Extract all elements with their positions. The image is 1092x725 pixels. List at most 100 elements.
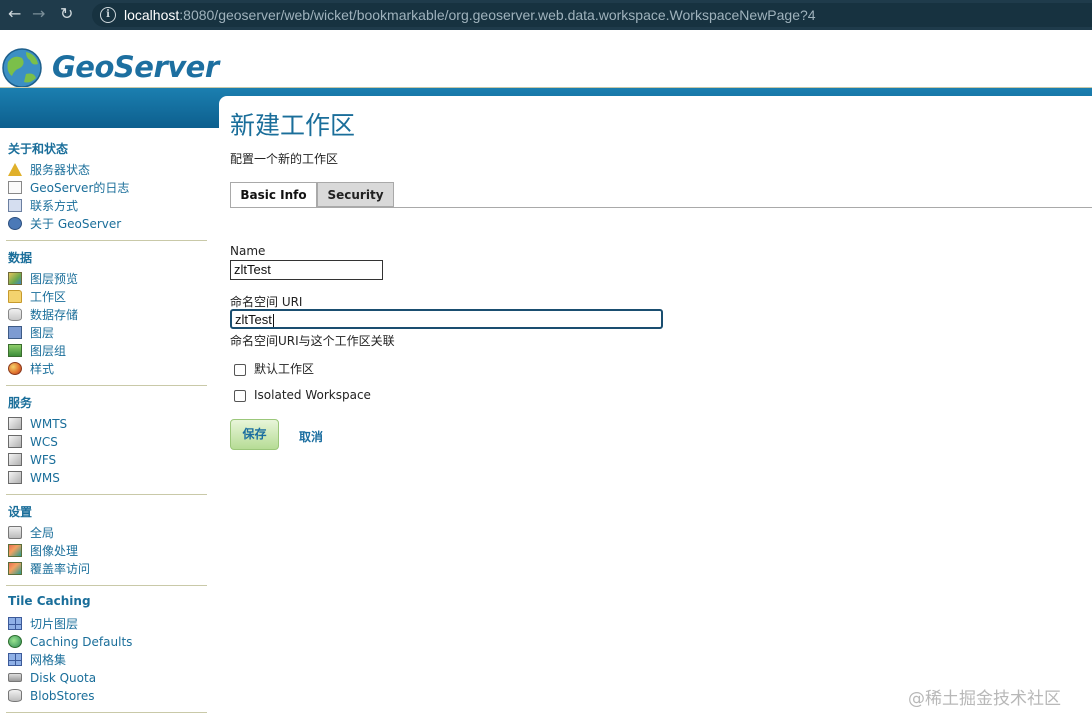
sidebar-item-caching-defaults[interactable]: Caching Defaults	[8, 634, 132, 650]
isolated-workspace-checkbox[interactable]	[234, 389, 246, 402]
sidebar-item-image-processing[interactable]: 图像处理	[8, 543, 78, 559]
sidebar-item-label: 关于 GeoServer	[30, 217, 122, 231]
caching-defaults-icon	[8, 635, 22, 648]
sidebar-divider	[6, 385, 207, 386]
sidebar-item-blobstores[interactable]: BlobStores	[8, 688, 95, 704]
default-workspace-checkbox[interactable]	[234, 363, 246, 376]
sidebar-section-data: 数据	[8, 251, 33, 265]
default-workspace-label[interactable]: 默认工作区	[254, 362, 314, 376]
url-path: :8080/geoserver/web/wicket/bookmarkable/…	[179, 7, 816, 23]
name-input-value: zltTest	[234, 262, 271, 277]
global-icon	[8, 526, 22, 539]
sidebar-item-disk-quota[interactable]: Disk Quota	[8, 670, 96, 686]
uri-label: 命名空间 URI	[230, 295, 303, 309]
sidebar-item-contact[interactable]: 联系方式	[8, 198, 78, 214]
sidebar-item-label: GeoServer的日志	[30, 181, 130, 195]
default-workspace-row[interactable]: 默认工作区	[234, 360, 314, 377]
cancel-link[interactable]: 取消	[299, 428, 323, 445]
sidebar-section-tile-caching: Tile Caching	[8, 594, 91, 608]
sidebar-item-coverage-access[interactable]: 覆盖率访问	[8, 561, 90, 577]
sidebar-item-label: BlobStores	[30, 689, 95, 703]
log-icon	[8, 181, 22, 194]
layer-preview-icon	[8, 272, 22, 285]
reload-icon[interactable]: ↻	[60, 4, 73, 23]
sidebar-item-layer-preview[interactable]: 图层预览	[8, 271, 78, 287]
sidebar-item-label: Disk Quota	[30, 671, 97, 685]
isolated-workspace-row[interactable]: Isolated Workspace	[234, 388, 371, 402]
sidebar-item-label: 服务器状态	[30, 163, 91, 177]
namespace-uri-input[interactable]: zltTest	[230, 309, 663, 329]
sidebar-item-label: WMTS	[30, 417, 68, 431]
sidebar-item-global[interactable]: 全局	[8, 525, 54, 541]
info-icon[interactable]: i	[100, 7, 116, 23]
sidebar-item-label: 图层	[30, 326, 55, 340]
sidebar-item-label: 图层组	[30, 344, 67, 358]
sidebar-item-label: Caching Defaults	[30, 635, 133, 649]
coverage-access-icon	[8, 562, 22, 575]
folder-icon	[8, 290, 22, 303]
sidebar-item-label: 图像处理	[30, 544, 79, 558]
database-icon	[8, 308, 22, 321]
sidebar-item-workspaces[interactable]: 工作区	[8, 289, 66, 305]
name-input[interactable]: zltTest	[230, 260, 383, 280]
sidebar-section-services: 服务	[8, 396, 33, 410]
back-arrow-icon[interactable]: ←	[8, 4, 21, 23]
sidebar-divider	[6, 494, 207, 495]
geoserver-logo-icon[interactable]	[0, 44, 46, 90]
sidebar-section-about: 关于和状态	[8, 142, 69, 156]
tile-layers-icon	[8, 617, 22, 630]
text-caret	[272, 314, 274, 328]
style-icon	[8, 362, 22, 375]
logo-text[interactable]: GeoServer	[52, 50, 219, 84]
sidebar-item-layers[interactable]: 图层	[8, 325, 54, 341]
uri-hint: 命名空间URI与这个工作区关联	[230, 334, 395, 348]
sidebar-item-server-status[interactable]: 服务器状态	[8, 162, 90, 178]
sidebar-item-label: 样式	[30, 362, 55, 376]
sidebar-item-stores[interactable]: 数据存储	[8, 307, 78, 323]
main-content: 新建工作区 配置一个新的工作区 Basic Info Security Name…	[219, 96, 1092, 725]
sidebar-divider	[6, 585, 207, 586]
sidebar-item-label: WMS	[30, 471, 60, 485]
tabs-divider	[230, 207, 1092, 208]
tab-security[interactable]: Security	[317, 182, 394, 207]
sidebar-item-logs[interactable]: GeoServer的日志	[8, 180, 129, 196]
sidebar-item-about[interactable]: 关于 GeoServer	[8, 216, 121, 232]
save-button[interactable]: 保存	[230, 419, 279, 450]
layer-group-icon	[8, 344, 22, 357]
sidebar-item-styles[interactable]: 样式	[8, 361, 54, 377]
contact-icon	[8, 199, 22, 212]
sidebar-divider	[6, 240, 207, 241]
sidebar-item-label: 覆盖率访问	[30, 562, 91, 576]
sidebar-item-gridsets[interactable]: 网格集	[8, 652, 66, 668]
name-label: Name	[230, 244, 266, 258]
sidebar-item-layer-groups[interactable]: 图层组	[8, 343, 66, 359]
gridsets-icon	[8, 653, 22, 666]
forward-arrow-icon[interactable]: →	[32, 4, 45, 23]
sidebar-item-label: 数据存储	[30, 308, 79, 322]
uri-input-value: zltTest	[235, 312, 272, 327]
sidebar-item-label: 工作区	[30, 290, 67, 304]
page-title: 新建工作区	[230, 111, 356, 140]
sidebar-item-label: 全局	[30, 526, 55, 540]
sidebar-item-wmts[interactable]: WMTS	[8, 416, 67, 432]
page-description: 配置一个新的工作区	[230, 152, 339, 166]
url-text[interactable]: localhost:8080/geoserver/web/wicket/book…	[124, 7, 816, 23]
watermark: @稀土掘金技术社区	[908, 689, 1061, 709]
sidebar-item-wcs[interactable]: WCS	[8, 434, 58, 450]
tab-basic-info[interactable]: Basic Info	[230, 182, 317, 208]
sidebar-item-label: WFS	[30, 453, 57, 467]
disk-quota-icon	[8, 673, 22, 682]
url-host: localhost	[124, 7, 180, 23]
sidebar-item-label: 图层预览	[30, 272, 79, 286]
blobstores-icon	[8, 689, 22, 702]
service-icon	[8, 435, 22, 448]
sidebar-item-wfs[interactable]: WFS	[8, 452, 56, 468]
sidebar-divider	[6, 712, 207, 713]
image-processing-icon	[8, 544, 22, 557]
layer-icon	[8, 326, 22, 339]
sidebar-item-wms[interactable]: WMS	[8, 470, 60, 486]
address-bar[interactable]: i localhost:8080/geoserver/web/wicket/bo…	[92, 3, 1092, 27]
sidebar-item-tile-layers[interactable]: 切片图层	[8, 616, 78, 632]
isolated-workspace-label[interactable]: Isolated Workspace	[254, 388, 371, 402]
server-status-icon	[8, 163, 22, 176]
